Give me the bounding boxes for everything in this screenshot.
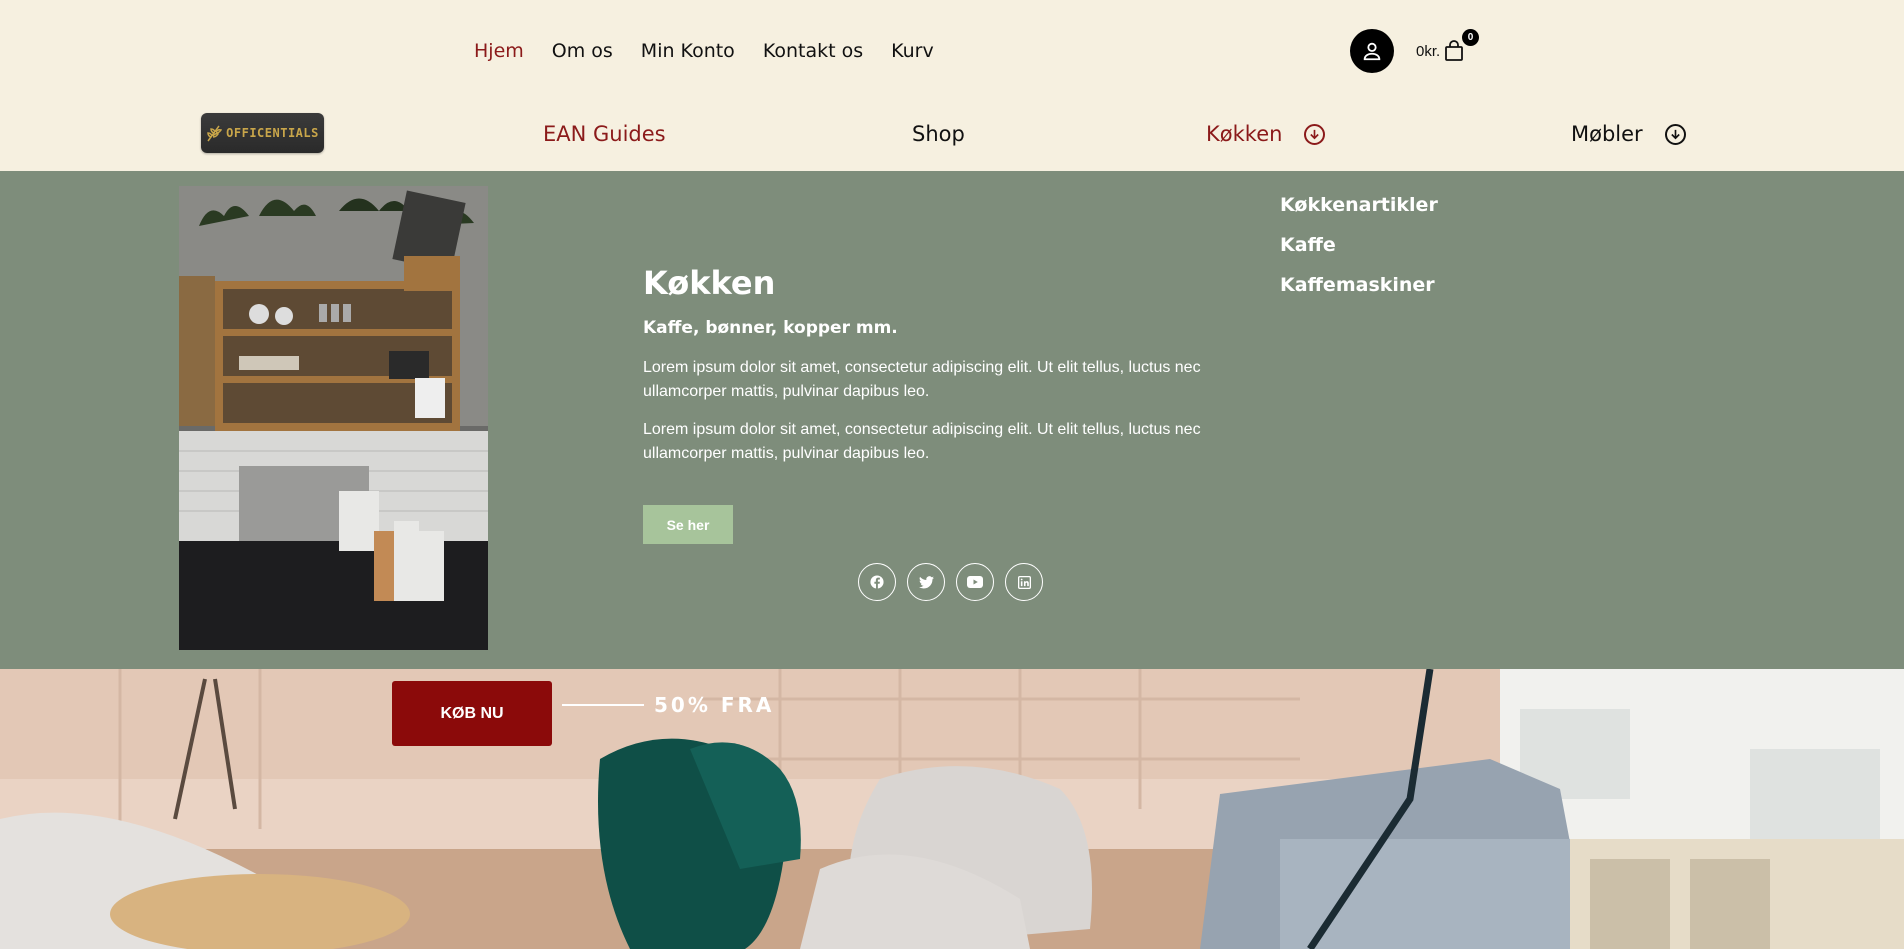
arrow-down-circle-icon	[1664, 123, 1686, 145]
top-bar: Hjem Om os Min Konto Kontakt os Kurv 0kr…	[0, 0, 1904, 100]
logo-text: OFFICENTIALS	[226, 126, 319, 140]
kokken-submenu: Køkkenartikler Kaffe Kaffemaskiner	[1280, 194, 1438, 296]
mega-menu-subtitle: Kaffe, bønner, kopper mm.	[643, 318, 898, 338]
hero-banner: KØB NU 50% FRA	[0, 669, 1904, 949]
kokken-mega-menu: Køkken Kaffe, bønner, kopper mm. Lorem i…	[0, 171, 1904, 669]
submenu-kokkenartikler[interactable]: Køkkenartikler	[1280, 194, 1438, 216]
logo[interactable]: OFFICENTIALS	[201, 113, 324, 153]
cart-total: 0kr.	[1416, 42, 1441, 60]
cart-count-badge: 0	[1462, 29, 1479, 46]
se-her-button[interactable]: Se her	[643, 505, 733, 544]
user-icon	[1363, 42, 1381, 61]
submenu-kaffemaskiner[interactable]: Kaffemaskiner	[1280, 274, 1438, 296]
nav-shop-label: Shop	[912, 122, 965, 146]
nav-mobler[interactable]: Møbler	[1571, 122, 1686, 146]
nav-min-konto[interactable]: Min Konto	[641, 40, 735, 62]
mega-menu-paragraph: Lorem ipsum dolor sit amet, consectetur …	[643, 421, 1201, 462]
kob-nu-button[interactable]: KØB NU	[392, 681, 552, 746]
promo-text: 50% FRA	[562, 693, 774, 717]
nav-om-os[interactable]: Om os	[552, 40, 613, 62]
wheat-logo-icon	[207, 125, 223, 142]
nav-hjem[interactable]: Hjem	[474, 40, 524, 62]
top-nav: Hjem Om os Min Konto Kontakt os Kurv	[474, 40, 934, 62]
mega-menu-title: Køkken	[643, 264, 776, 302]
kitchen-shelves-image	[179, 186, 488, 650]
nav-kokken-label: Køkken	[1206, 122, 1283, 146]
promo-label: 50% FRA	[654, 693, 775, 717]
youtube-icon[interactable]	[956, 563, 994, 601]
facebook-icon[interactable]	[858, 563, 896, 601]
nav-kokken[interactable]: Køkken	[1206, 122, 1326, 146]
nav-mobler-label: Møbler	[1571, 122, 1643, 146]
nav-kurv[interactable]: Kurv	[891, 40, 934, 62]
nav-kontakt-os[interactable]: Kontakt os	[763, 40, 863, 62]
nav-ean-guides[interactable]: EAN Guides	[543, 122, 666, 146]
arrow-down-circle-icon	[1304, 123, 1326, 145]
promo-divider	[562, 704, 644, 706]
twitter-icon[interactable]	[907, 563, 945, 601]
nav-shop[interactable]: Shop	[912, 122, 965, 146]
office-lounge-image	[0, 669, 1904, 949]
shopping-bag-icon	[1445, 40, 1464, 61]
mega-menu-content: Køkken Kaffe, bønner, kopper mm. Lorem i…	[643, 264, 1223, 480]
main-nav: OFFICENTIALS EAN Guides Shop Køkken Møbl…	[0, 100, 1904, 171]
submenu-kaffe[interactable]: Kaffe	[1280, 234, 1438, 256]
mega-menu-paragraph: Lorem ipsum dolor sit amet, consectetur …	[643, 359, 1201, 400]
social-links	[858, 563, 1043, 601]
nav-ean-guides-label: EAN Guides	[543, 122, 666, 146]
cart-button[interactable]: 0kr. 0	[1416, 29, 1479, 62]
linkedin-icon[interactable]	[1005, 563, 1043, 601]
account-button[interactable]	[1350, 29, 1394, 73]
